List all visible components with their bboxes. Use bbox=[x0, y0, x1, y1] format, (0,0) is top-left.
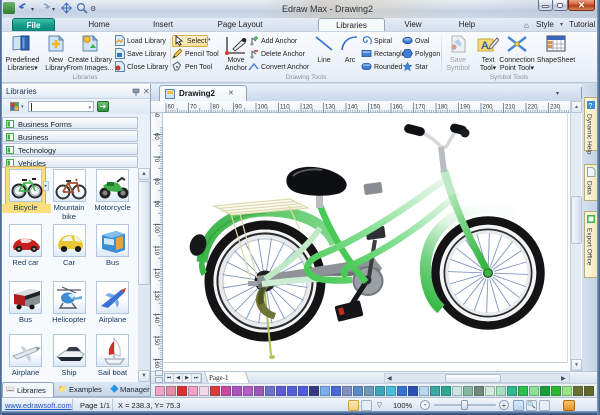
svg-text:110: 110 bbox=[280, 105, 290, 111]
svg-text:100: 100 bbox=[258, 105, 269, 111]
svg-text:150: 150 bbox=[370, 105, 381, 111]
svg-text:140: 140 bbox=[348, 105, 359, 111]
svg-text:230: 230 bbox=[550, 105, 561, 111]
svg-text:80: 80 bbox=[213, 105, 220, 111]
svg-text:120: 120 bbox=[303, 105, 314, 111]
svg-text:130: 130 bbox=[325, 105, 336, 111]
svg-text:190: 190 bbox=[460, 105, 471, 111]
svg-text:120: 120 bbox=[153, 268, 159, 279]
svg-text:160: 160 bbox=[393, 105, 404, 111]
svg-text:80: 80 bbox=[153, 178, 159, 185]
svg-text:60: 60 bbox=[153, 133, 159, 140]
svg-text:110: 110 bbox=[153, 246, 159, 256]
svg-text:180: 180 bbox=[438, 105, 449, 111]
svg-text:90: 90 bbox=[153, 201, 159, 208]
svg-text:140: 140 bbox=[153, 313, 159, 324]
svg-text:170: 170 bbox=[415, 105, 426, 111]
svg-text:50: 50 bbox=[153, 113, 159, 118]
svg-text:100: 100 bbox=[153, 223, 159, 234]
svg-text:220: 220 bbox=[528, 105, 539, 111]
svg-text:210: 210 bbox=[505, 105, 516, 111]
svg-text:?: ? bbox=[589, 103, 593, 110]
svg-text:60: 60 bbox=[168, 105, 175, 111]
svg-text:160: 160 bbox=[153, 358, 159, 369]
svg-text:90: 90 bbox=[235, 105, 242, 111]
svg-text:150: 150 bbox=[153, 336, 159, 347]
svg-text:200: 200 bbox=[483, 105, 494, 111]
svg-text:70: 70 bbox=[190, 105, 197, 111]
svg-text:70: 70 bbox=[153, 156, 159, 163]
svg-text:130: 130 bbox=[153, 291, 159, 302]
